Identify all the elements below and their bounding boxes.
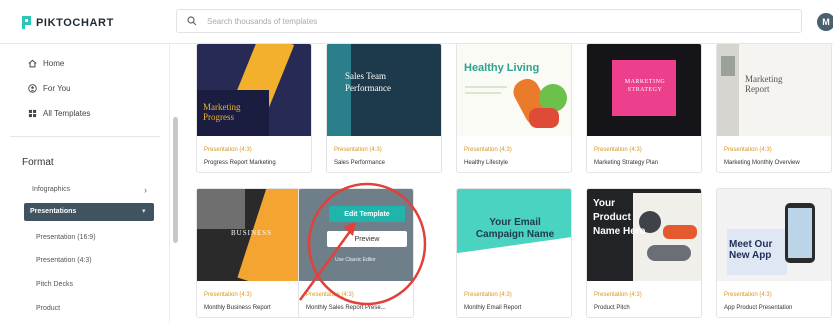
template-category: Presentation (4:3) — [306, 292, 354, 298]
template-name: Progress Report Marketing — [204, 160, 276, 166]
thumbnail-title: Healthy Living — [464, 62, 540, 74]
search-icon — [187, 16, 197, 26]
template-thumbnail: Your Email Campaign Name — [457, 189, 571, 281]
piktochart-logo[interactable]: PIKTOCHART — [22, 16, 114, 29]
logo-mark-icon — [22, 16, 31, 29]
format-item-presentations[interactable]: Presentations ▾ — [24, 203, 154, 221]
template-thumbnail: Edit Template Preview Use Classic Editor — [299, 189, 413, 281]
sub-item-pitch-decks[interactable]: Pitch Decks — [36, 281, 73, 288]
chevron-right-icon[interactable]: › — [144, 185, 147, 195]
format-item-infographics[interactable]: Infographics — [32, 186, 70, 193]
search-bar[interactable] — [176, 9, 802, 33]
template-name: Sales Performance — [334, 160, 386, 166]
template-card[interactable]: BUSINESS Presentation (4:3) Monthly Busi… — [196, 188, 312, 318]
sub-item-product[interactable]: Product — [36, 305, 60, 312]
home-icon — [28, 59, 37, 68]
search-input[interactable] — [207, 13, 777, 29]
template-name: Monthly Business Report — [204, 305, 271, 311]
template-card-hovered[interactable]: Edit Template Preview Use Classic Editor… — [298, 188, 414, 318]
thumbnail-title: Your Email Campaign Name — [475, 217, 555, 240]
chevron-down-icon: ▾ — [142, 208, 146, 215]
template-name: Monthly Email Report — [464, 305, 522, 311]
sub-item-presentation-4-3[interactable]: Presentation (4:3) — [36, 257, 92, 264]
sub-item-presentation-16-9[interactable]: Presentation (16:9) — [36, 234, 96, 241]
template-name: Healthy Lifestyle — [464, 160, 509, 166]
template-name: Marketing Monthly Overview — [724, 160, 800, 166]
format-item-label: Presentations — [30, 208, 77, 215]
template-card[interactable]: MARKETING STRATEGY Presentation (4:3) Ma… — [586, 43, 702, 173]
thumbnail-title: Meet Our New App — [729, 239, 773, 261]
sidebar: Home For You All Templates Format Infogr… — [0, 44, 170, 323]
sidebar-item-for-you[interactable]: For You — [28, 84, 71, 93]
template-card[interactable]: Marketing Report Presentation (4:3) Mark… — [716, 43, 832, 173]
template-thumbnail: Meet Our New App — [717, 189, 831, 281]
template-card[interactable]: Sales Team Performance Presentation (4:3… — [326, 43, 442, 173]
thumbnail-title: MARKETING STRATEGY — [624, 79, 666, 93]
template-name: Product Pitch — [594, 305, 630, 311]
template-category: Presentation (4:3) — [724, 147, 772, 153]
user-circle-icon — [28, 84, 37, 93]
sidebar-item-home[interactable]: Home — [28, 59, 64, 68]
sidebar-item-label: For You — [43, 84, 71, 93]
thumbnail-title: Sales Team Performance — [345, 71, 391, 93]
template-card[interactable]: Meet Our New App Presentation (4:3) App … — [716, 188, 832, 318]
template-category: Presentation (4:3) — [204, 147, 252, 153]
grid-icon — [28, 109, 37, 118]
template-card[interactable]: Healthy Living Presentation (4:3) Health… — [456, 43, 572, 173]
template-category: Presentation (4:3) — [724, 292, 772, 298]
template-category: Presentation (4:3) — [464, 292, 512, 298]
template-thumbnail: Your Product Name Here — [587, 189, 701, 281]
template-card[interactable]: Your Product Name Here Presentation (4:3… — [586, 188, 702, 318]
brand-name: PIKTOCHART — [36, 16, 114, 29]
sidebar-scrollbar[interactable] — [173, 117, 178, 243]
top-bar: PIKTOCHART M — [0, 0, 833, 44]
thumbnail-title: Your Product Name Here — [593, 198, 646, 237]
template-thumbnail: Marketing Progress — [197, 44, 311, 136]
template-category: Presentation (4:3) — [204, 292, 252, 298]
sidebar-divider — [10, 136, 160, 137]
template-thumbnail: Sales Team Performance — [327, 44, 441, 136]
template-category: Presentation (4:3) — [334, 147, 382, 153]
edit-template-button[interactable]: Edit Template — [329, 206, 405, 222]
preview-button[interactable]: Preview — [327, 231, 407, 247]
template-name: App Product Presentation — [724, 305, 793, 311]
template-name: Monthly Sales Report Prese... — [306, 305, 386, 311]
template-name: Marketing Strategy Plan — [594, 160, 659, 166]
use-classic-editor-link[interactable]: Use Classic Editor — [335, 257, 376, 263]
template-card[interactable]: Marketing Progress Presentation (4:3) Pr… — [196, 43, 312, 173]
template-thumbnail: BUSINESS — [197, 189, 311, 281]
template-category: Presentation (4:3) — [464, 147, 512, 153]
template-thumbnail: Healthy Living — [457, 44, 571, 136]
sidebar-item-label: All Templates — [43, 109, 91, 118]
sidebar-item-all-templates[interactable]: All Templates — [28, 109, 90, 118]
user-avatar[interactable]: M — [817, 13, 833, 31]
thumbnail-title: BUSINESS — [231, 229, 273, 237]
template-category: Presentation (4:3) — [594, 147, 642, 153]
sidebar-item-label: Home — [43, 59, 65, 68]
template-thumbnail: Marketing Report — [717, 44, 831, 136]
thumbnail-title: Marketing Progress — [203, 102, 241, 122]
template-card[interactable]: Your Email Campaign Name Presentation (4… — [456, 188, 572, 318]
thumbnail-title: Marketing Report — [745, 74, 783, 94]
template-category: Presentation (4:3) — [594, 292, 642, 298]
template-thumbnail: MARKETING STRATEGY — [587, 44, 701, 136]
format-heading: Format — [22, 157, 54, 168]
